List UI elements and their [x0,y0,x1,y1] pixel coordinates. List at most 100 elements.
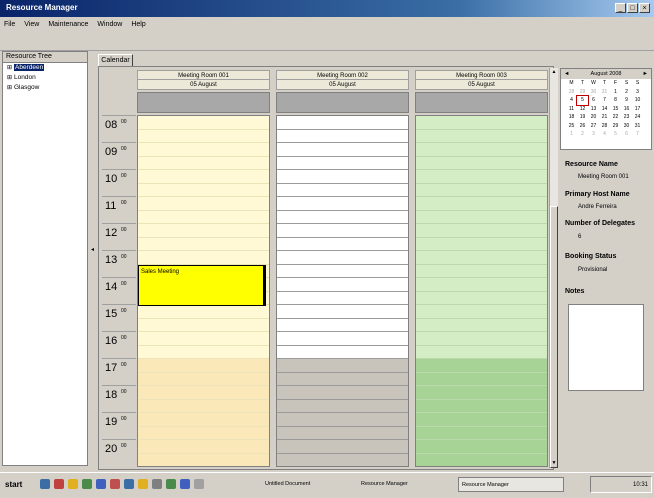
mini-calendar-day[interactable]: 31 [599,88,610,97]
time-slot[interactable] [416,399,547,413]
time-slot[interactable] [277,210,408,224]
mini-calendar-day[interactable]: 31 [632,122,643,131]
month-prev-icon[interactable]: ◄ [564,71,569,77]
mini-calendar-day[interactable]: 28 [566,88,577,97]
maximize-button[interactable]: □ [627,3,638,13]
quicklaunch-mail-icon[interactable] [138,479,148,489]
time-slot[interactable] [416,251,547,265]
expand-icon[interactable]: ⊞ [7,73,14,83]
taskbar-item-resource-manager-2[interactable]: Resource Manager [458,477,564,492]
quicklaunch-help-icon[interactable] [180,479,190,489]
day-column-room-2[interactable] [276,115,409,467]
mini-calendar-day[interactable]: 9 [621,96,632,105]
mini-calendar-day[interactable]: 1 [566,130,577,139]
panel-splitter[interactable]: ◂ [89,120,95,380]
mini-calendar-day[interactable]: 17 [632,105,643,114]
mini-calendar-day[interactable]: 15 [610,105,621,114]
time-slot[interactable] [416,359,547,373]
time-slot[interactable] [138,386,269,400]
mini-calendar-day[interactable]: 14 [599,105,610,114]
time-slot[interactable] [138,183,269,197]
menu-maintenance[interactable]: Maintenance [48,21,88,28]
time-slot[interactable] [416,197,547,211]
mini-calendar-day[interactable]: 5 [576,95,589,106]
time-slot[interactable] [138,237,269,251]
time-slot[interactable] [277,129,408,143]
quicklaunch-explorer-icon[interactable] [96,479,106,489]
tab-calendar[interactable]: Calendar [98,54,133,66]
scroll-up-icon[interactable]: ▲ [550,68,558,76]
time-slot[interactable] [138,359,269,373]
mini-calendar-day[interactable]: 5 [610,130,621,139]
column-room-header-1[interactable]: Meeting Room 001 [137,70,270,80]
mini-calendar-day[interactable]: 10 [632,96,643,105]
mini-calendar-day[interactable]: 7 [599,96,610,105]
quicklaunch-ie-icon[interactable] [40,479,50,489]
time-slot[interactable] [138,305,269,319]
time-slot[interactable] [416,143,547,157]
mini-calendar-day[interactable]: 29 [610,122,621,131]
time-slot[interactable] [138,224,269,238]
time-slot[interactable] [277,251,408,265]
day-column-room-3[interactable] [415,115,548,467]
mini-calendar-day[interactable]: 11 [566,105,577,114]
all-day-area-3[interactable] [415,92,548,113]
mini-calendar-day[interactable]: 1 [610,88,621,97]
time-slot[interactable] [138,440,269,454]
time-slot[interactable] [277,345,408,359]
mini-calendar-day[interactable]: 20 [588,113,599,122]
time-slot[interactable] [277,143,408,157]
time-slot[interactable] [416,278,547,292]
time-slot[interactable] [138,156,269,170]
quicklaunch-more-icon[interactable] [194,479,204,489]
time-slot[interactable] [277,413,408,427]
mini-calendar-day[interactable]: 21 [599,113,610,122]
time-slot[interactable] [277,440,408,454]
quicklaunch-folder-icon[interactable] [68,479,78,489]
mini-calendar-day[interactable]: 23 [621,113,632,122]
tree-item-aberdeen[interactable]: ⊞ Aberdeen [3,63,87,73]
mini-calendar-day[interactable]: 25 [566,122,577,131]
mini-calendar-day[interactable]: 27 [588,122,599,131]
time-slot[interactable] [277,386,408,400]
time-slot[interactable] [277,426,408,440]
menu-view[interactable]: View [24,21,39,28]
time-slot[interactable] [138,318,269,332]
column-room-header-2[interactable]: Meeting Room 002 [276,70,409,80]
time-slot[interactable] [416,237,547,251]
time-slot[interactable] [416,156,547,170]
time-slot[interactable] [138,453,269,466]
time-slot[interactable] [277,170,408,184]
time-slot[interactable] [277,291,408,305]
calendar-scrollbar[interactable]: ▲ ▼ [549,68,558,468]
mini-calendar-day[interactable]: 18 [566,113,577,122]
tree-item-glasgow[interactable]: ⊞ Glasgow [3,83,87,93]
time-slot[interactable] [277,264,408,278]
time-slot[interactable] [416,318,547,332]
time-slot[interactable] [416,116,547,130]
time-slot[interactable] [138,426,269,440]
time-slot[interactable] [277,318,408,332]
expand-icon[interactable]: ⊞ [7,63,14,73]
time-slot[interactable] [138,116,269,130]
time-slot[interactable] [138,210,269,224]
mini-calendar-day[interactable]: 6 [621,130,632,139]
quicklaunch-desktop-icon[interactable] [166,479,176,489]
time-slot[interactable] [416,264,547,278]
all-day-area-1[interactable] [137,92,270,113]
time-slot[interactable] [138,143,269,157]
menu-file[interactable]: File [4,21,15,28]
time-slot[interactable] [277,183,408,197]
notes-textarea[interactable] [568,304,644,391]
time-slot[interactable] [277,197,408,211]
quicklaunch-app-icon[interactable] [54,479,64,489]
splitter-arrow-icon[interactable]: ◂ [91,246,94,253]
time-slot[interactable] [138,399,269,413]
time-slot[interactable] [277,305,408,319]
start-button[interactable]: start [3,476,33,493]
mini-calendar-day[interactable]: 8 [610,96,621,105]
mini-calendar-day[interactable]: 12 [577,105,588,114]
time-slot[interactable] [416,210,547,224]
time-slot[interactable] [416,170,547,184]
time-slot[interactable] [138,332,269,346]
